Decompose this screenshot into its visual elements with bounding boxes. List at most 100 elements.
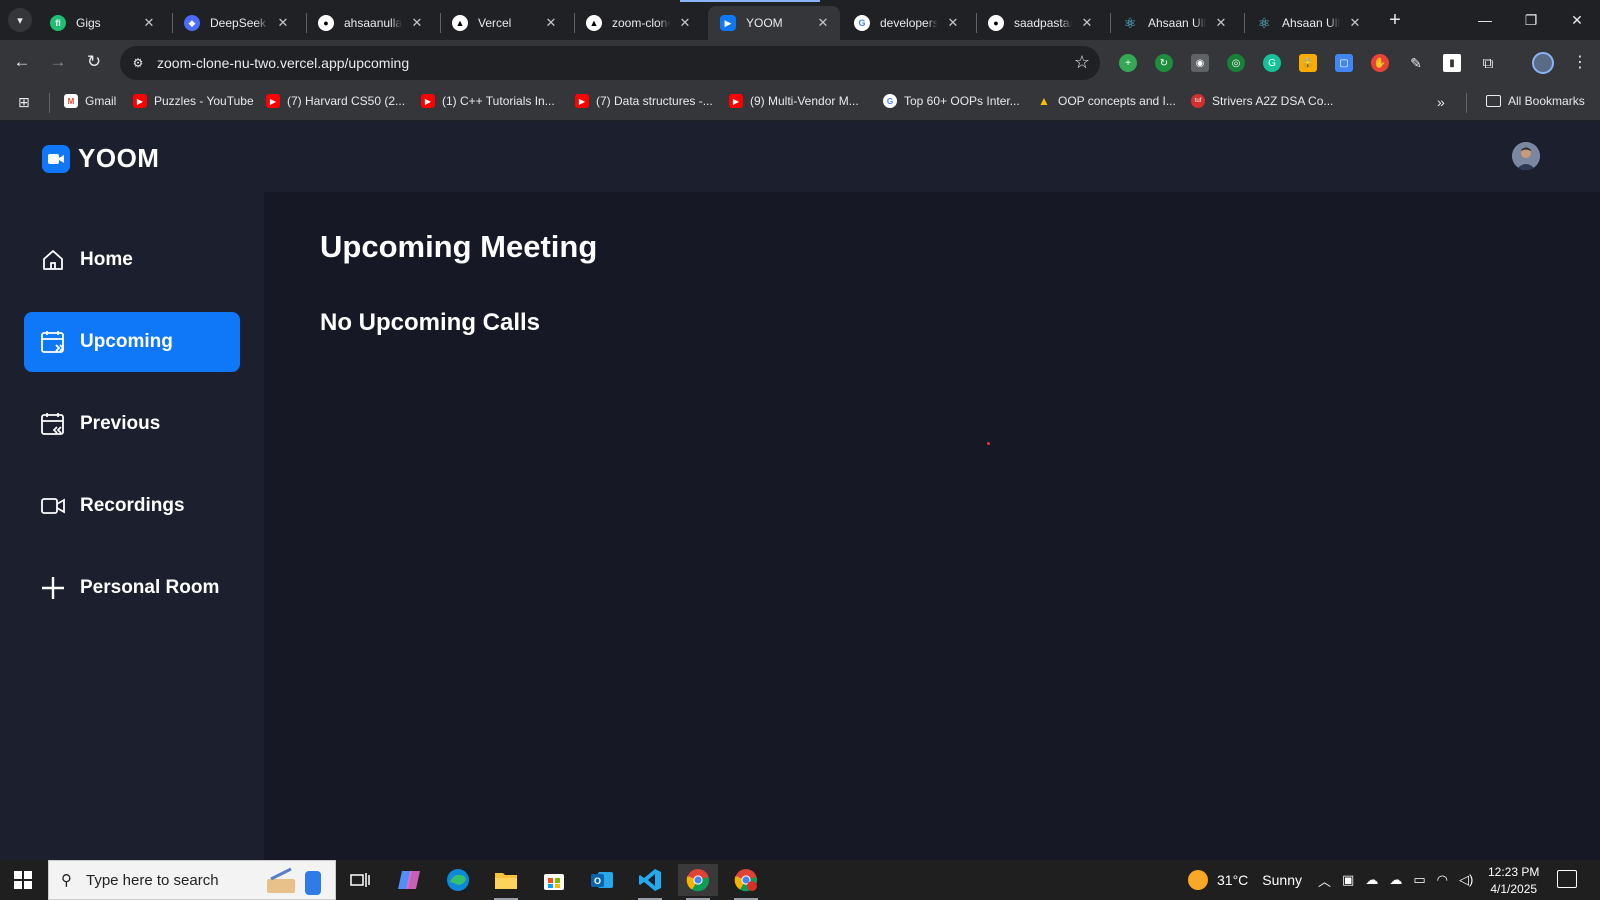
google-icon: G <box>883 94 897 108</box>
browser-tab-active[interactable]: ▶ YOOM ✕ <box>708 6 840 40</box>
bookmark-star-icon[interactable]: ☆ <box>1074 52 1090 73</box>
forward-arrow-icon[interactable]: → <box>44 48 72 76</box>
bookmark-item[interactable]: G Top 60+ OOPs Inter... <box>883 94 1020 108</box>
browser-tab[interactable]: ● ahsaanullah ✕ <box>306 6 434 40</box>
extension-green-icon[interactable]: ↻ <box>1155 54 1173 72</box>
meet-now-icon[interactable]: ▣ <box>1342 872 1354 888</box>
task-view-icon[interactable] <box>340 864 380 896</box>
notification-center-icon[interactable] <box>1557 870 1577 888</box>
close-tab-icon[interactable]: ✕ <box>814 14 832 32</box>
close-tab-icon[interactable]: ✕ <box>542 14 560 32</box>
youtube-icon: ▶ <box>266 94 280 108</box>
bookmark-item[interactable]: ▶ (7) Data structures -... <box>575 94 713 108</box>
onedrive-sync-icon[interactable]: ☁ <box>1365 872 1378 888</box>
vercel-favicon-icon: ▲ <box>452 15 468 31</box>
sidebar: Home Upcoming Previous Recordings Person… <box>0 192 264 860</box>
close-tab-icon[interactable]: ✕ <box>1078 14 1096 32</box>
close-tab-icon[interactable]: ✕ <box>140 14 158 32</box>
address-bar[interactable]: ⚙ zoom-clone-nu-two.vercel.app/upcoming … <box>120 46 1100 80</box>
bookmark-item[interactable]: ▶ (7) Harvard CS50 (2... <box>266 94 405 108</box>
close-tab-icon[interactable]: ✕ <box>1212 14 1230 32</box>
yoom-logo[interactable]: YOOM <box>42 143 159 174</box>
takeuforward-icon: tuf <box>1191 94 1205 108</box>
tab-search-chevron-icon[interactable]: ▾ <box>8 8 32 32</box>
system-tray: ︿ ▣ ☁ ☁ ▭ ◠ ◁) <box>1318 860 1473 900</box>
close-tab-icon[interactable]: ✕ <box>944 14 962 32</box>
extension-chart-icon[interactable]: ▮ <box>1443 54 1461 72</box>
restore-icon[interactable]: ❐ <box>1508 0 1554 40</box>
close-tab-icon[interactable]: ✕ <box>676 14 694 32</box>
vercel-favicon-icon: ▲ <box>586 15 602 31</box>
battery-icon[interactable]: ▭ <box>1413 872 1425 888</box>
outlook-icon[interactable]: O <box>582 864 622 896</box>
microsoft-store-icon[interactable] <box>534 864 574 896</box>
bookmark-item[interactable]: ▶ (9) Multi-Vendor M... <box>729 94 859 108</box>
show-hidden-icons-chevron-icon[interactable]: ︿ <box>1318 871 1331 890</box>
new-tab-plus-icon[interactable]: + <box>1383 8 1407 32</box>
sidebar-item-upcoming[interactable]: Upcoming <box>24 312 240 372</box>
volume-icon[interactable]: ◁) <box>1459 872 1473 888</box>
vscode-icon[interactable] <box>630 864 670 900</box>
user-avatar[interactable] <box>1512 142 1540 170</box>
chrome-icon[interactable] <box>678 864 718 900</box>
bookmark-item[interactable]: ▶ (1) C++ Tutorials In... <box>421 94 555 108</box>
google-favicon-icon: G <box>854 15 870 31</box>
taskbar-search-box[interactable]: ⚲ Type here to search <box>48 860 336 900</box>
close-tab-icon[interactable]: ✕ <box>408 14 426 32</box>
minimize-icon[interactable]: — <box>1462 0 1508 40</box>
close-tab-icon[interactable]: ✕ <box>1346 14 1364 32</box>
onedrive-icon[interactable]: ☁ <box>1389 872 1402 888</box>
bookmark-item[interactable]: tuf Strivers A2Z DSA Co... <box>1191 94 1333 108</box>
sidebar-item-personal-room[interactable]: Personal Room <box>24 558 240 618</box>
browser-toolbar: ← → ↻ ⚙ zoom-clone-nu-two.vercel.app/upc… <box>0 40 1600 85</box>
windows-taskbar: ⚲ Type here to search O 31°C Sunny ︿ ▣ ☁… <box>0 860 1600 900</box>
deepseek-favicon-icon: ◆ <box>184 15 200 31</box>
browser-tab[interactable]: ◆ DeepSeek - ✕ <box>172 6 300 40</box>
edge-browser-icon[interactable] <box>438 864 478 896</box>
taskbar-clock[interactable]: 12:23 PM 4/1/2025 <box>1488 864 1539 898</box>
extension-camera-icon[interactable]: ◉ <box>1191 54 1209 72</box>
browser-tab[interactable]: ▲ Vercel ✕ <box>440 6 568 40</box>
sidebar-item-recordings[interactable]: Recordings <box>24 476 240 536</box>
video-icon <box>40 493 66 519</box>
extension-screen-icon[interactable]: ▢ <box>1335 54 1353 72</box>
extensions-puzzle-icon[interactable]: ⧉ <box>1479 54 1497 72</box>
chrome-profile-icon[interactable] <box>726 864 766 900</box>
weather-widget[interactable]: 31°C Sunny <box>1188 860 1302 900</box>
file-explorer-icon[interactable] <box>486 864 526 900</box>
extension-lock-icon[interactable]: 🔒 <box>1299 54 1317 72</box>
extension-hand-icon[interactable]: ✋ <box>1371 54 1389 72</box>
browser-profile-avatar[interactable] <box>1532 52 1554 74</box>
copilot-icon[interactable] <box>390 864 430 896</box>
extension-plus-icon[interactable]: + <box>1119 54 1137 72</box>
bookmark-item[interactable]: ▲ OOP concepts and I... <box>1037 94 1176 108</box>
youtube-icon: ▶ <box>133 94 147 108</box>
more-bookmarks-chevron-icon[interactable]: » <box>1437 94 1445 110</box>
sidebar-item-previous[interactable]: Previous <box>24 394 240 454</box>
extension-pen-icon[interactable]: ✎ <box>1407 54 1425 72</box>
apps-grid-icon[interactable]: ⊞ <box>18 94 34 110</box>
back-arrow-icon[interactable]: ← <box>8 48 36 76</box>
browser-tab[interactable]: G developers ✕ <box>842 6 970 40</box>
browser-menu-icon[interactable]: ⋮ <box>1572 52 1588 72</box>
grammarly-icon[interactable]: G <box>1263 54 1281 72</box>
browser-tab[interactable]: fi Gigs ✕ <box>38 6 166 40</box>
sidebar-item-home[interactable]: Home <box>24 230 240 290</box>
bookmark-item[interactable]: M Gmail <box>64 94 116 108</box>
wifi-icon[interactable]: ◠ <box>1437 872 1448 888</box>
yoom-app: YOOM Home Upcoming Previous Recordings P… <box>0 121 1600 860</box>
close-window-icon[interactable]: ✕ <box>1554 0 1600 40</box>
bookmark-item[interactable]: ▶ Puzzles - YouTube <box>133 94 254 108</box>
app-navbar: YOOM <box>0 121 1600 192</box>
calendar-upcoming-icon <box>40 329 66 355</box>
site-info-icon[interactable]: ⚙ <box>128 53 148 73</box>
browser-tab[interactable]: ● saadpasta/c ✕ <box>976 6 1104 40</box>
browser-tab[interactable]: ⚛ Ahsaan Ulla ✕ <box>1110 6 1238 40</box>
close-tab-icon[interactable]: ✕ <box>274 14 292 32</box>
browser-tab[interactable]: ⚛ Ahsaan Ulla ✕ <box>1244 6 1372 40</box>
windows-start-icon[interactable] <box>14 871 32 889</box>
browser-tab[interactable]: ▲ zoom-clone ✕ <box>574 6 702 40</box>
all-bookmarks-button[interactable]: All Bookmarks <box>1486 94 1585 108</box>
extension-target-icon[interactable]: ◎ <box>1227 54 1245 72</box>
reload-icon[interactable]: ↻ <box>80 48 108 76</box>
